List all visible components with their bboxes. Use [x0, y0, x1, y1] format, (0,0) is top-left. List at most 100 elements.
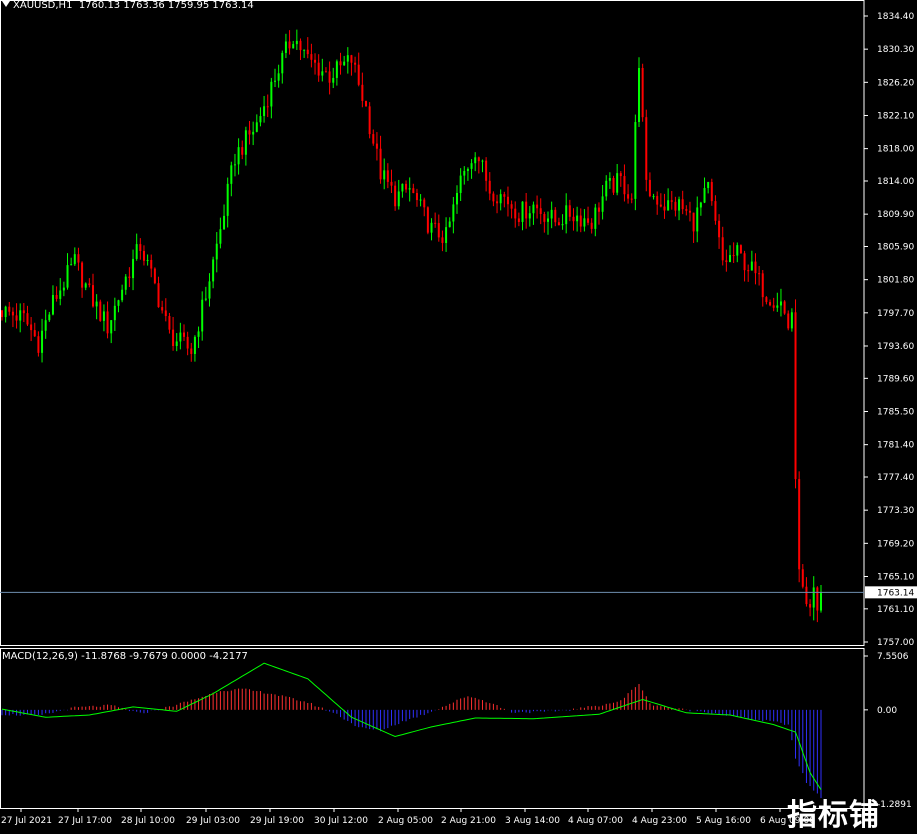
candle-bull: [48, 314, 51, 321]
candle-bull: [146, 259, 149, 261]
symbol-label: XAUUSD,H1: [13, 0, 73, 11]
candle-bull: [113, 305, 116, 321]
candle-bull: [66, 265, 69, 288]
candle-bull: [499, 194, 502, 204]
price-axis-label: 1765.10: [877, 572, 914, 582]
candle-bear: [415, 193, 418, 201]
price-axis-label: 1773.30: [877, 506, 914, 516]
candle-bull: [259, 116, 262, 123]
candle-bear: [379, 148, 382, 180]
time-axis-label: 27 Jul 2021: [1, 816, 52, 826]
price-axis-label: 1789.60: [877, 374, 914, 384]
candle-bear: [375, 143, 378, 149]
candle-bull: [95, 301, 98, 307]
candle-bull: [70, 264, 73, 266]
candle-bear: [157, 283, 160, 308]
candle-bear: [754, 261, 757, 274]
price-axis-label: 1818.00: [877, 145, 914, 155]
candle-bull: [616, 173, 619, 193]
candle-bear: [317, 62, 320, 76]
candle-bear: [412, 188, 415, 194]
candle-bear: [8, 306, 11, 312]
candle-bear: [26, 313, 29, 325]
candle-bear: [568, 205, 571, 217]
candle-bear: [557, 222, 560, 226]
candle-bull: [594, 207, 597, 229]
candles-group: [1, 29, 822, 623]
candle-bear: [361, 84, 364, 101]
candle-bull: [179, 332, 182, 342]
candle-bear: [30, 324, 33, 331]
candle-bear: [437, 223, 440, 238]
candle-bull: [335, 61, 338, 78]
candle-bear: [339, 61, 342, 66]
candle-bear: [128, 276, 131, 279]
candle-bear: [801, 569, 804, 587]
candle-bear: [190, 348, 193, 354]
candle-bear: [597, 207, 600, 212]
candle-bear: [645, 117, 648, 180]
candle-bull: [707, 182, 710, 189]
price-chart[interactable]: 1834.40 1830.30 1826.20 1822.10 1818.00 1814.…: [0, 0, 917, 832]
candle-bear: [441, 237, 444, 243]
candle-bear: [543, 213, 546, 222]
candle-bull: [750, 261, 753, 271]
candle-bull: [401, 183, 404, 192]
candle-bull: [576, 215, 579, 222]
candle-bear: [496, 201, 499, 204]
time-axis-label: 27 Jul 17:00: [58, 816, 112, 826]
candle-bull: [274, 80, 276, 82]
candle-bull: [62, 287, 65, 291]
candle-bull: [638, 67, 640, 122]
watermark-logo: 指标铺: [787, 798, 880, 833]
candle-bear: [488, 180, 491, 194]
chart-menu-triangle-icon[interactable]: [2, 1, 10, 7]
candle-bull: [121, 289, 124, 301]
candle-bear: [92, 285, 94, 307]
candle-bull: [448, 221, 451, 228]
candle-bear: [627, 194, 630, 199]
time-axis-label: 5 Aug 16:00: [696, 816, 751, 826]
candle-bear: [536, 204, 539, 209]
candle-bear: [288, 41, 291, 49]
price-axis-label: 1830.30: [877, 45, 914, 55]
candle-bear: [685, 209, 688, 211]
candle-bear: [572, 216, 575, 222]
candle-bear: [81, 262, 84, 288]
candle-bear: [150, 259, 153, 269]
candle-bear: [725, 260, 728, 263]
candle-bear: [503, 194, 506, 197]
candle-bear: [809, 604, 812, 608]
price-axis-label: 1761.10: [877, 605, 914, 615]
candle-bull: [528, 213, 531, 219]
chart-header: XAUUSD,H1 1760.13 1763.36 1759.95 1763.1…: [0, 0, 254, 11]
time-axis-label: 29 Jul 19:00: [250, 816, 304, 826]
time-axis-label: 4 Aug 07:00: [568, 816, 623, 826]
candle-bear: [37, 336, 40, 353]
candle-bull: [565, 205, 568, 225]
time-axis-label: 4 Aug 23:00: [632, 816, 687, 826]
candle-bull: [696, 207, 699, 232]
candle-bear: [368, 106, 371, 135]
candle-bull: [776, 305, 779, 308]
candle-bull: [44, 320, 47, 331]
candle-bear: [161, 307, 164, 311]
candle-bull: [652, 196, 655, 198]
macd-label: MACD(12,26,9) -11.8768 -9.7679 0.0000 -4…: [2, 651, 248, 662]
candle-bear: [747, 270, 750, 272]
candle-bear: [390, 181, 393, 186]
candle-bear: [55, 294, 58, 299]
candle-bear: [554, 209, 557, 223]
candle-bear: [186, 336, 189, 349]
candle-bull: [419, 199, 422, 201]
time-axis-label: 3 Aug 14:00: [505, 816, 560, 826]
price-panel-frame: [0, 0, 865, 646]
candle-bull: [321, 71, 324, 76]
candle-bear: [350, 55, 353, 63]
candle-bull: [41, 330, 44, 353]
candle-bull: [430, 222, 433, 233]
candle-bull: [346, 55, 349, 62]
candle-bear: [310, 54, 313, 60]
candle-bull: [408, 188, 411, 190]
candle-bear: [183, 332, 185, 337]
